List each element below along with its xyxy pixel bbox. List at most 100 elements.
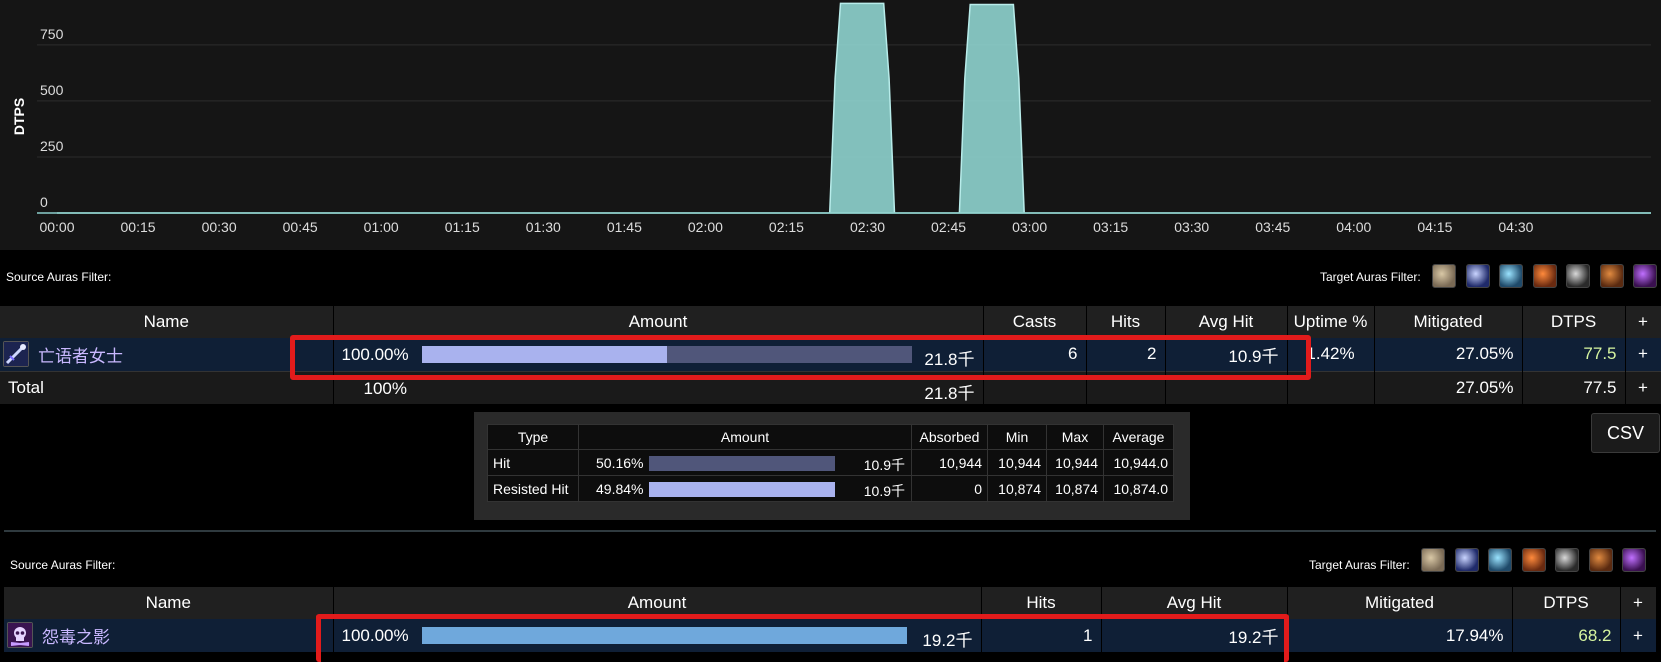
- col-header-hits[interactable]: Hits: [981, 587, 1102, 619]
- breakdown-percent: 49.84%: [596, 481, 644, 497]
- breakdown-col-amount[interactable]: Amount: [578, 424, 912, 450]
- col-header-avg-hit[interactable]: Avg Hit: [1101, 587, 1288, 619]
- total-amount: 21.8千: [924, 383, 975, 403]
- dtps-series-area: [57, 2, 1651, 214]
- target-auras-filter-label: Target Auras Filter:: [1320, 270, 1421, 284]
- hit-breakdown-panel: Type Amount Absorbed Min Max Average Hit…: [474, 412, 1190, 520]
- breakdown-col-min[interactable]: Min: [987, 424, 1047, 450]
- col-header-mitigated[interactable]: Mitigated: [1374, 306, 1523, 338]
- amount-cell: 100.00% 19.2千: [333, 619, 982, 652]
- amount-percent: 100.00%: [341, 626, 409, 645]
- blades-aura-icon[interactable]: [1566, 264, 1590, 288]
- breakdown-col-average[interactable]: Average: [1103, 424, 1174, 450]
- total-row: Total 100% 21.8千 27.05% 77.5 +: [0, 370, 1661, 404]
- x-tick-label: 00:30: [202, 219, 237, 235]
- dtps-chart: 0 250 500 750 DTPS 00:00 00:15 00:30 00:45 01:00 0…: [0, 0, 1661, 250]
- col-header-name[interactable]: Name: [4, 587, 334, 619]
- col-header-dtps[interactable]: DTPS: [1512, 587, 1621, 619]
- avg-hit-value: 19.2千: [1101, 619, 1288, 652]
- csv-export-button[interactable]: CSV: [1591, 413, 1660, 453]
- breakdown-average: 10,944.0: [1103, 449, 1174, 476]
- hits-value: 2: [1086, 338, 1166, 371]
- breakdown-col-absorbed[interactable]: Absorbed: [911, 424, 988, 450]
- breakdown-row: Resisted Hit 49.84% 10.9千 0 10,874 10,87…: [487, 475, 1174, 502]
- x-tick-label: 02:30: [850, 219, 885, 235]
- total-mitigated: 27.05%: [1374, 370, 1523, 404]
- breakdown-header-row: Type Amount Absorbed Min Max Average: [487, 424, 1174, 450]
- breakdown-min: 10,944: [987, 449, 1047, 476]
- hits-value: 1: [981, 619, 1102, 652]
- hit-breakdown-table: Type Amount Absorbed Min Max Average Hit…: [487, 424, 1174, 502]
- amount-cell: 100.00% 21.8千: [333, 338, 984, 371]
- shadow-aura-icon[interactable]: [1622, 548, 1646, 572]
- table-row[interactable]: 怨毒之影 100.00% 19.2千 1 19.2千 17.94% 68.2 +: [4, 619, 1657, 652]
- frost-aura-icon[interactable]: [1488, 548, 1512, 572]
- beast-aura-icon[interactable]: [1588, 548, 1613, 572]
- shadow-aura-icon[interactable]: [1633, 264, 1657, 288]
- expand-row-button[interactable]: +: [1625, 338, 1661, 371]
- x-tick-label: 03:45: [1255, 219, 1290, 235]
- x-tick-label: 02:00: [688, 219, 723, 235]
- rage-aura-icon[interactable]: [1532, 264, 1557, 288]
- arrow-aura-icon[interactable]: [1454, 548, 1479, 572]
- x-tick-label: 03:00: [1012, 219, 1047, 235]
- ability-name-cell[interactable]: 亡语者女士: [0, 338, 334, 371]
- skull-icon: [7, 622, 33, 648]
- breakdown-amount: 10.9千: [863, 457, 905, 473]
- amount-bar-fill: [421, 346, 667, 363]
- beast-aura-icon[interactable]: [1599, 264, 1624, 288]
- amount-bar: [421, 627, 907, 644]
- amount-bar: [421, 346, 912, 363]
- frost-aura-icon[interactable]: [1499, 264, 1523, 288]
- add-column-button[interactable]: +: [1620, 587, 1657, 619]
- table-header-row: Name Amount Casts Hits Avg Hit Uptime % …: [0, 306, 1661, 338]
- col-header-name[interactable]: Name: [0, 306, 334, 338]
- aura-filter-bar-2: Source Auras Filter: Target Auras Filter…: [0, 546, 1661, 586]
- col-header-amount[interactable]: Amount: [333, 306, 984, 338]
- x-tick-label: 04:00: [1336, 219, 1371, 235]
- table-row[interactable]: 亡语者女士 100.00% 21.8千 6 2 10.9千 1.42% 27.0…: [0, 338, 1661, 371]
- breakdown-average: 10,874.0: [1103, 475, 1174, 502]
- wolf-aura-icon[interactable]: [1432, 264, 1456, 288]
- col-header-uptime[interactable]: Uptime %: [1287, 306, 1375, 338]
- breakdown-amount: 10.9千: [863, 483, 905, 499]
- x-tick-label: 01:30: [526, 219, 561, 235]
- y-tick-label: 0: [40, 194, 48, 210]
- breakdown-min: 10,874: [987, 475, 1047, 502]
- col-header-mitigated[interactable]: Mitigated: [1287, 587, 1513, 619]
- breakdown-type: Hit: [487, 449, 579, 476]
- x-tick-label: 02:45: [931, 219, 966, 235]
- breakdown-col-type[interactable]: Type: [487, 424, 579, 450]
- breakdown-row: Hit 50.16% 10.9千 10,944 10,944 10,944 10…: [487, 449, 1174, 476]
- blades-aura-icon[interactable]: [1555, 548, 1579, 572]
- expand-row-button[interactable]: +: [1620, 619, 1657, 652]
- rage-aura-icon[interactable]: [1521, 548, 1546, 572]
- x-tick-label: 04:15: [1417, 219, 1452, 235]
- x-tick-label: 03:15: [1093, 219, 1128, 235]
- ability-name[interactable]: 怨毒之影: [42, 628, 110, 647]
- col-header-amount[interactable]: Amount: [333, 587, 982, 619]
- x-tick-label: 04:30: [1498, 219, 1533, 235]
- add-column-button[interactable]: +: [1625, 306, 1661, 338]
- x-tick-label: 02:15: [769, 219, 804, 235]
- source-auras-filter-label: Source Auras Filter:: [10, 558, 116, 572]
- amount-value: 19.2千: [922, 631, 973, 650]
- col-header-hits[interactable]: Hits: [1086, 306, 1166, 338]
- x-tick-label: 01:00: [364, 219, 399, 235]
- expand-total-button[interactable]: +: [1625, 370, 1661, 404]
- arrow-aura-icon[interactable]: [1465, 264, 1490, 288]
- breakdown-type: Resisted Hit: [487, 475, 579, 502]
- col-header-avg-hit[interactable]: Avg Hit: [1165, 306, 1288, 338]
- breakdown-amount-cell: 49.84% 10.9千: [578, 475, 912, 502]
- source-auras-filter-label: Source Auras Filter:: [6, 270, 112, 284]
- ability-name[interactable]: 亡语者女士: [38, 347, 123, 366]
- y-tick-label: 500: [40, 82, 64, 98]
- col-header-casts[interactable]: Casts: [983, 306, 1087, 338]
- col-header-dtps[interactable]: DTPS: [1522, 306, 1626, 338]
- uptime-value: 1.42%: [1287, 338, 1375, 371]
- breakdown-col-max[interactable]: Max: [1046, 424, 1104, 450]
- wolf-aura-icon[interactable]: [1421, 548, 1445, 572]
- dtps-value: 77.5: [1522, 338, 1626, 371]
- damage-taken-table-2: Name Amount Hits Avg Hit Mitigated DTPS …: [4, 587, 1657, 652]
- ability-name-cell[interactable]: 怨毒之影: [4, 619, 334, 652]
